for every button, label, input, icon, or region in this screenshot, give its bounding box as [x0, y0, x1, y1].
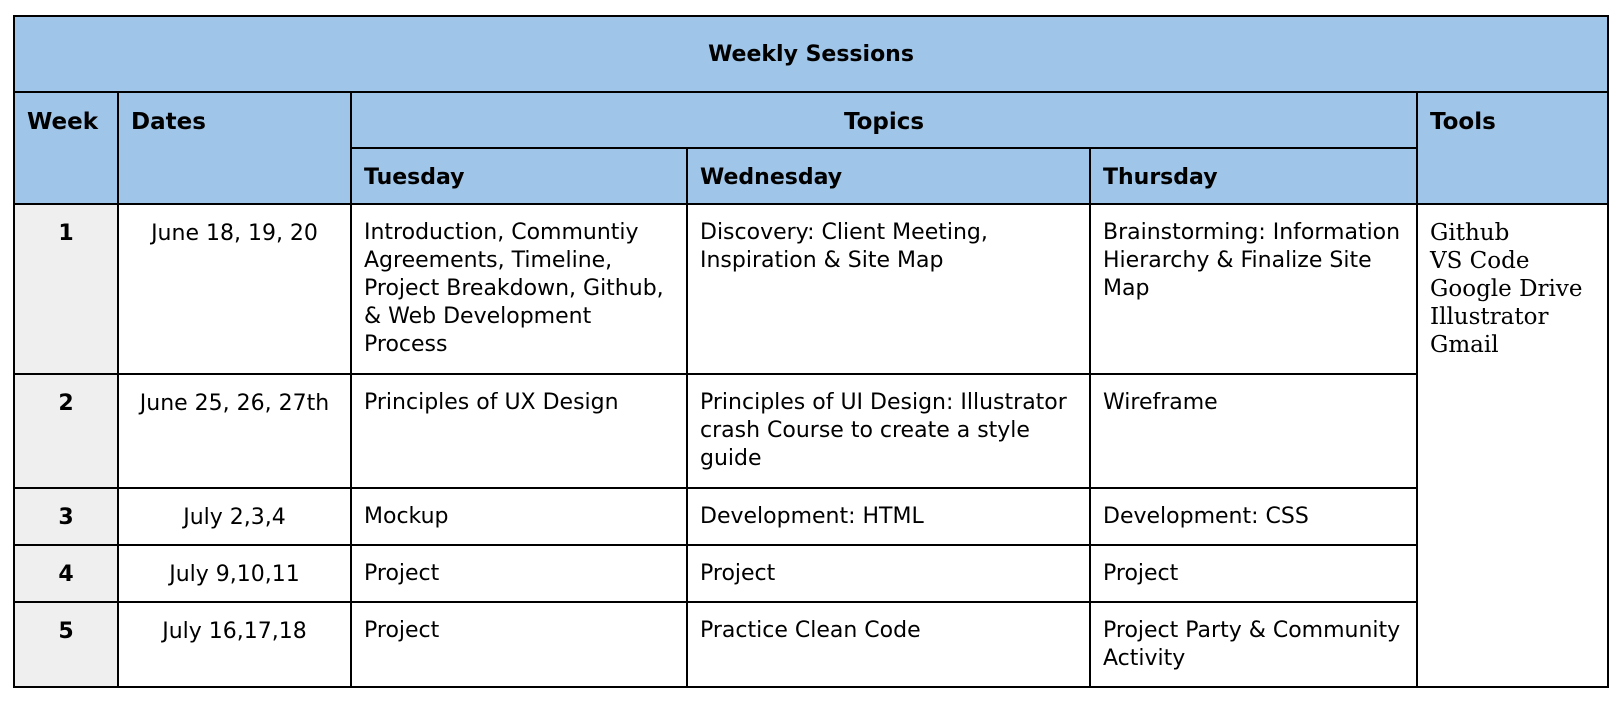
thursday-topic: Brainstorming: Information Hierarchy & F…: [1089, 203, 1418, 375]
thursday-topic: Development: CSS: [1089, 487, 1418, 546]
wednesday-topic: Principles of UI Design: Illustrator cra…: [686, 373, 1091, 489]
tool-item: VS Code: [1430, 248, 1530, 274]
week-dates: June 18, 19, 20: [117, 203, 352, 375]
week-dates: July 2,3,4: [117, 487, 352, 546]
header-thursday: Thursday: [1089, 147, 1418, 205]
tuesday-topic: Principles of UX Design: [350, 373, 688, 489]
week-dates: June 25, 26, 27th: [117, 373, 352, 489]
tool-item: Github: [1430, 220, 1510, 246]
header-wednesday: Wednesday: [686, 147, 1091, 205]
thursday-topic: Wireframe: [1089, 373, 1418, 489]
table-row: 4 July 9,10,11 Project Project Project: [13, 544, 1608, 603]
week-number: 5: [13, 601, 119, 688]
tuesday-topic: Project: [350, 544, 688, 603]
wednesday-topic: Project: [686, 544, 1091, 603]
wednesday-topic: Practice Clean Code: [686, 601, 1091, 688]
tuesday-topic: Mockup: [350, 487, 688, 546]
table-row: 5 July 16,17,18 Project Practice Clean C…: [13, 601, 1608, 688]
week-number: 2: [13, 373, 119, 489]
table-row: 2 June 25, 26, 27th Principles of UX Des…: [13, 373, 1608, 489]
week-number: 3: [13, 487, 119, 546]
header-topics: Topics: [350, 91, 1418, 149]
tool-item: Gmail: [1430, 332, 1499, 358]
tools-list: Github VS Code Google Drive Illustrator …: [1415, 203, 1610, 688]
thursday-topic: Project Party & Community Activity: [1089, 601, 1418, 688]
table-row: 3 July 2,3,4 Mockup Development: HTML De…: [13, 487, 1608, 546]
header-tools: Tools: [1415, 91, 1610, 205]
week-dates: July 9,10,11: [117, 544, 352, 603]
table-row: 1 June 18, 19, 20 Introduction, Communti…: [13, 203, 1610, 688]
header-tuesday: Tuesday: [350, 147, 688, 205]
week-number: 4: [13, 544, 119, 603]
thursday-topic: Project: [1089, 544, 1418, 603]
tuesday-topic: Introduction, Communtiy Agreements, Time…: [350, 203, 688, 375]
weekly-sessions-table: Weekly Sessions Week Dates Topics Tools …: [12, 15, 1610, 688]
wednesday-topic: Discovery: Client Meeting, Inspiration &…: [686, 203, 1091, 375]
tool-item: Google Drive: [1430, 276, 1583, 302]
week-dates: July 16,17,18: [117, 601, 352, 688]
tuesday-topic: Project: [350, 601, 688, 688]
tool-item: Illustrator: [1430, 304, 1549, 330]
header-dates: Dates: [117, 91, 352, 205]
header-week: Week: [13, 91, 119, 205]
week-number: 1: [13, 203, 119, 375]
wednesday-topic: Development: HTML: [686, 487, 1091, 546]
table-title: Weekly Sessions: [12, 15, 1610, 93]
